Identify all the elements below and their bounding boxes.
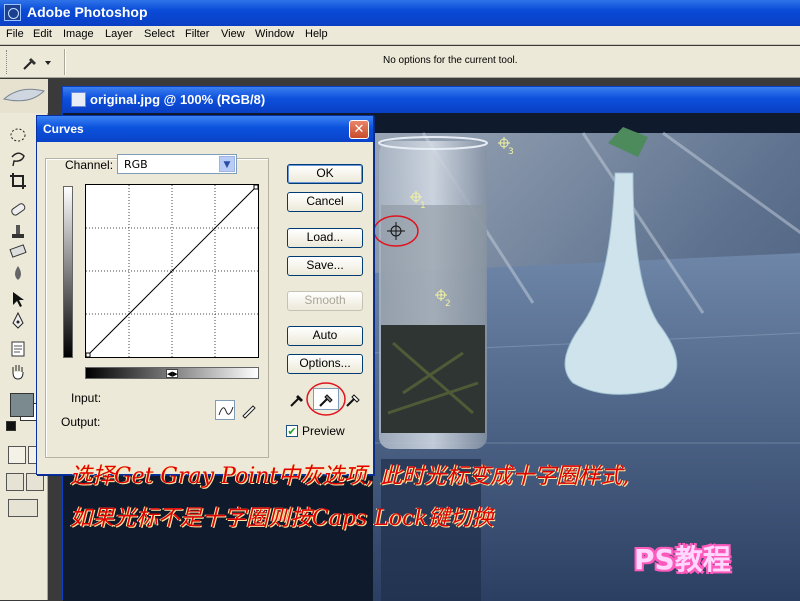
smooth-button[interactable]: Smooth: [287, 291, 363, 311]
sampler-label-3: 3: [508, 147, 514, 157]
blur-tool-icon[interactable]: [8, 263, 28, 283]
screen-mode-standard[interactable]: [6, 473, 24, 491]
clone-stamp-icon[interactable]: [8, 221, 28, 241]
curves-title: Curves: [43, 122, 84, 136]
document-title: original.jpg @ 100% (RGB/8): [90, 92, 266, 107]
jump-to-imageready-button[interactable]: [8, 499, 38, 517]
output-label: Output:: [61, 415, 101, 429]
crop-tool-icon[interactable]: [8, 171, 28, 191]
eyedropper-icon: [23, 58, 51, 70]
pen-tool-icon[interactable]: [8, 311, 28, 331]
hand-tool-icon[interactable]: [8, 361, 28, 381]
options-bar-grip[interactable]: [6, 50, 9, 74]
app-title: Adobe Photoshop: [27, 4, 148, 20]
notes-tool-icon[interactable]: [8, 339, 28, 359]
curve-tool-icon: [218, 406, 234, 416]
menu-view[interactable]: View: [221, 28, 245, 40]
foreground-color-swatch[interactable]: [10, 393, 34, 417]
auto-button[interactable]: Auto: [287, 326, 363, 346]
curves-dialog: Curves ✕ Channel: RGB ▼ ◀▶ Input: Output…: [36, 115, 374, 475]
curve-graph[interactable]: [85, 184, 259, 358]
gray-point-highlight-icon: [306, 382, 346, 416]
caption-line-2: 如果光标不是十字圈则按Caps Lock键切换: [70, 506, 494, 531]
chevron-down-icon: ▼: [219, 156, 235, 172]
save-button[interactable]: Save...: [287, 256, 363, 276]
move-path-selection-icon[interactable]: [8, 289, 28, 309]
lasso-tool-icon[interactable]: [8, 149, 28, 169]
pencil-icon: [242, 405, 256, 419]
input-label: Input:: [71, 391, 102, 405]
white-eyedropper-icon: [346, 394, 360, 407]
document-icon: [71, 92, 86, 107]
channel-label: Channel:: [65, 158, 114, 172]
preview-checkbox[interactable]: ✔: [286, 425, 298, 437]
swap-gradient-icon[interactable]: ◀▶: [166, 369, 178, 378]
menu-layer[interactable]: Layer: [105, 28, 133, 40]
eraser-tool-icon[interactable]: [8, 241, 28, 261]
tool-preset-picker[interactable]: [18, 52, 58, 72]
menu-file[interactable]: File: [6, 28, 24, 40]
close-icon[interactable]: ✕: [349, 120, 369, 139]
channel-select[interactable]: RGB ▼: [117, 154, 237, 174]
standard-mode-button[interactable]: [8, 446, 26, 464]
set-white-point-button[interactable]: [343, 389, 363, 409]
default-colors-icon[interactable]: [6, 421, 16, 431]
menu-help[interactable]: Help: [305, 28, 328, 40]
load-button[interactable]: Load...: [287, 228, 363, 248]
app-title-bar: Adobe Photoshop: [0, 0, 800, 26]
screen-mode-full[interactable]: [26, 473, 44, 491]
healing-brush-icon[interactable]: [8, 199, 28, 219]
curves-title-bar[interactable]: Curves ✕: [37, 116, 373, 142]
photoshop-logo-icon: [4, 4, 21, 21]
sampler-label-1: 1: [420, 201, 426, 211]
feather-logo-icon: [0, 79, 48, 113]
caption-line-1: 选择Get Gray Point中灰选项, 此时光标变成十字圈样式,: [70, 464, 630, 489]
options-message: No options for the current tool.: [383, 55, 518, 66]
menu-image[interactable]: Image: [63, 28, 94, 40]
black-eyedropper-icon: [290, 395, 303, 407]
options-button[interactable]: Options...: [287, 354, 363, 374]
menu-bar: File Edit Image Layer Select Filter View…: [0, 26, 800, 45]
set-black-point-button[interactable]: [287, 389, 307, 409]
ok-button[interactable]: OK: [287, 164, 363, 184]
sampler-label-2: 2: [445, 299, 451, 309]
menu-window[interactable]: Window: [255, 28, 294, 40]
pencil-mode-button[interactable]: [239, 400, 259, 420]
menu-select[interactable]: Select: [144, 28, 175, 40]
cancel-button[interactable]: Cancel: [287, 192, 363, 212]
output-gradient-bar: [63, 186, 73, 358]
document-title-bar[interactable]: original.jpg @ 100% (RGB/8): [63, 87, 800, 113]
input-gradient-bar: ◀▶: [85, 367, 259, 379]
watermark-logo: PS教程: [634, 543, 731, 576]
options-bar: No options for the current tool.: [0, 46, 800, 78]
marquee-tool-icon[interactable]: [8, 125, 28, 145]
preview-label: Preview: [302, 424, 345, 438]
options-separator: [64, 49, 66, 75]
menu-edit[interactable]: Edit: [33, 28, 52, 40]
channel-value: RGB: [124, 158, 148, 171]
curve-grid: [85, 184, 259, 358]
menu-filter[interactable]: Filter: [185, 28, 209, 40]
curve-smooth-mode-button[interactable]: [215, 400, 235, 420]
